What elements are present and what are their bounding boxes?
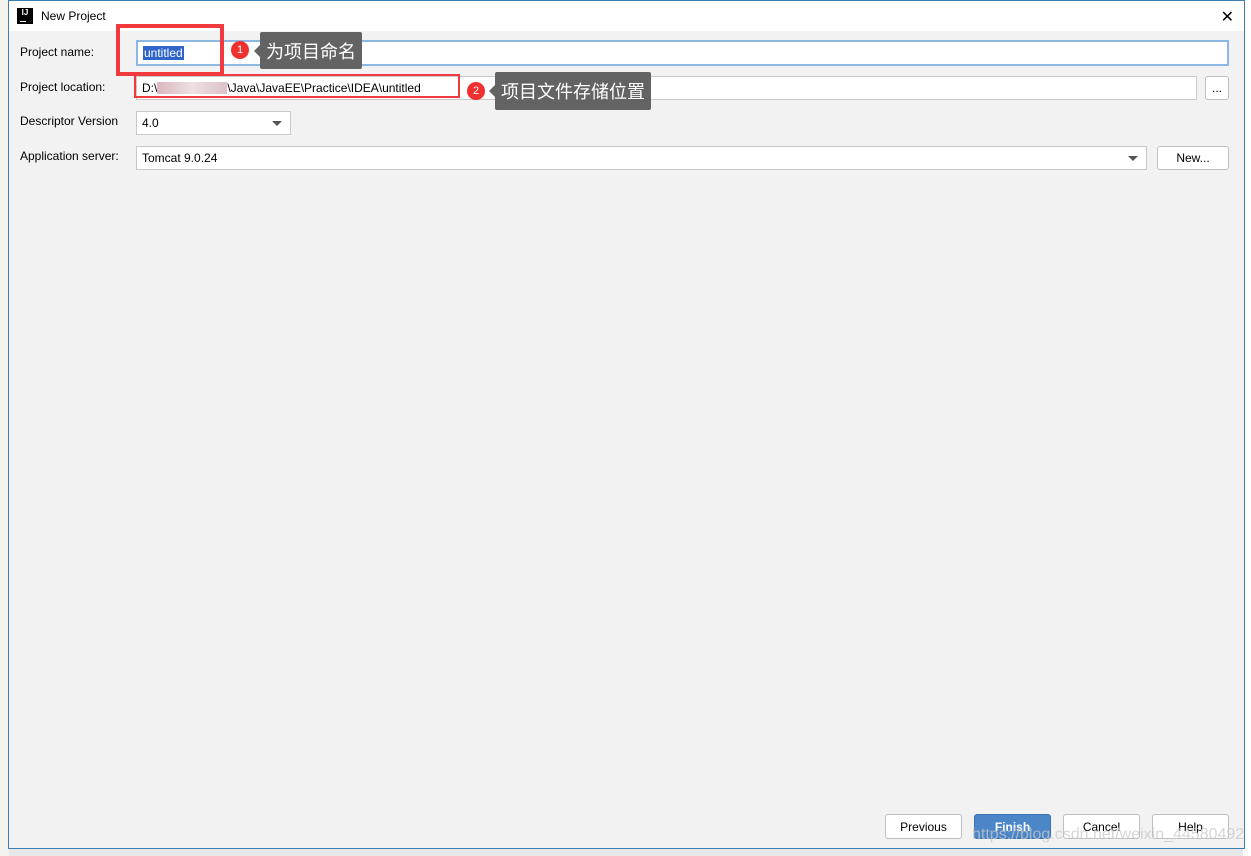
annotation-badge-2: 2 — [467, 82, 485, 100]
cancel-button[interactable]: Cancel — [1063, 814, 1140, 839]
chevron-down-icon — [272, 121, 282, 126]
annotation-tooltip-1: 为项目命名 — [254, 32, 362, 69]
close-icon[interactable]: ✕ — [1221, 7, 1234, 27]
new-server-button[interactable]: New... — [1157, 146, 1229, 170]
previous-button[interactable]: Previous — [885, 814, 962, 839]
browse-button[interactable]: ... — [1205, 76, 1229, 100]
finish-button[interactable]: Finish — [974, 814, 1051, 839]
chevron-down-icon — [1128, 156, 1138, 161]
annotation-highlight-name — [116, 24, 224, 76]
intellij-logo-icon: IJ — [17, 8, 33, 24]
descriptor-version-select[interactable]: 4.0 — [136, 111, 291, 135]
annotation-badge-1: 1 — [231, 41, 249, 59]
new-project-dialog: IJ New Project ✕ Project name: untitled … — [8, 0, 1245, 849]
dialog-title: New Project — [41, 9, 106, 23]
project-name-label: Project name: — [20, 45, 95, 59]
application-server-label: Application server: — [20, 149, 119, 163]
annotation-highlight-location — [134, 74, 460, 98]
annotation-tooltip-2: 项目文件存储位置 — [489, 72, 651, 110]
application-server-select[interactable]: Tomcat 9.0.24 — [136, 146, 1147, 170]
help-button[interactable]: Help — [1152, 814, 1229, 839]
project-location-label: Project location: — [20, 80, 106, 94]
descriptor-version-label: Descriptor Version — [20, 114, 119, 128]
